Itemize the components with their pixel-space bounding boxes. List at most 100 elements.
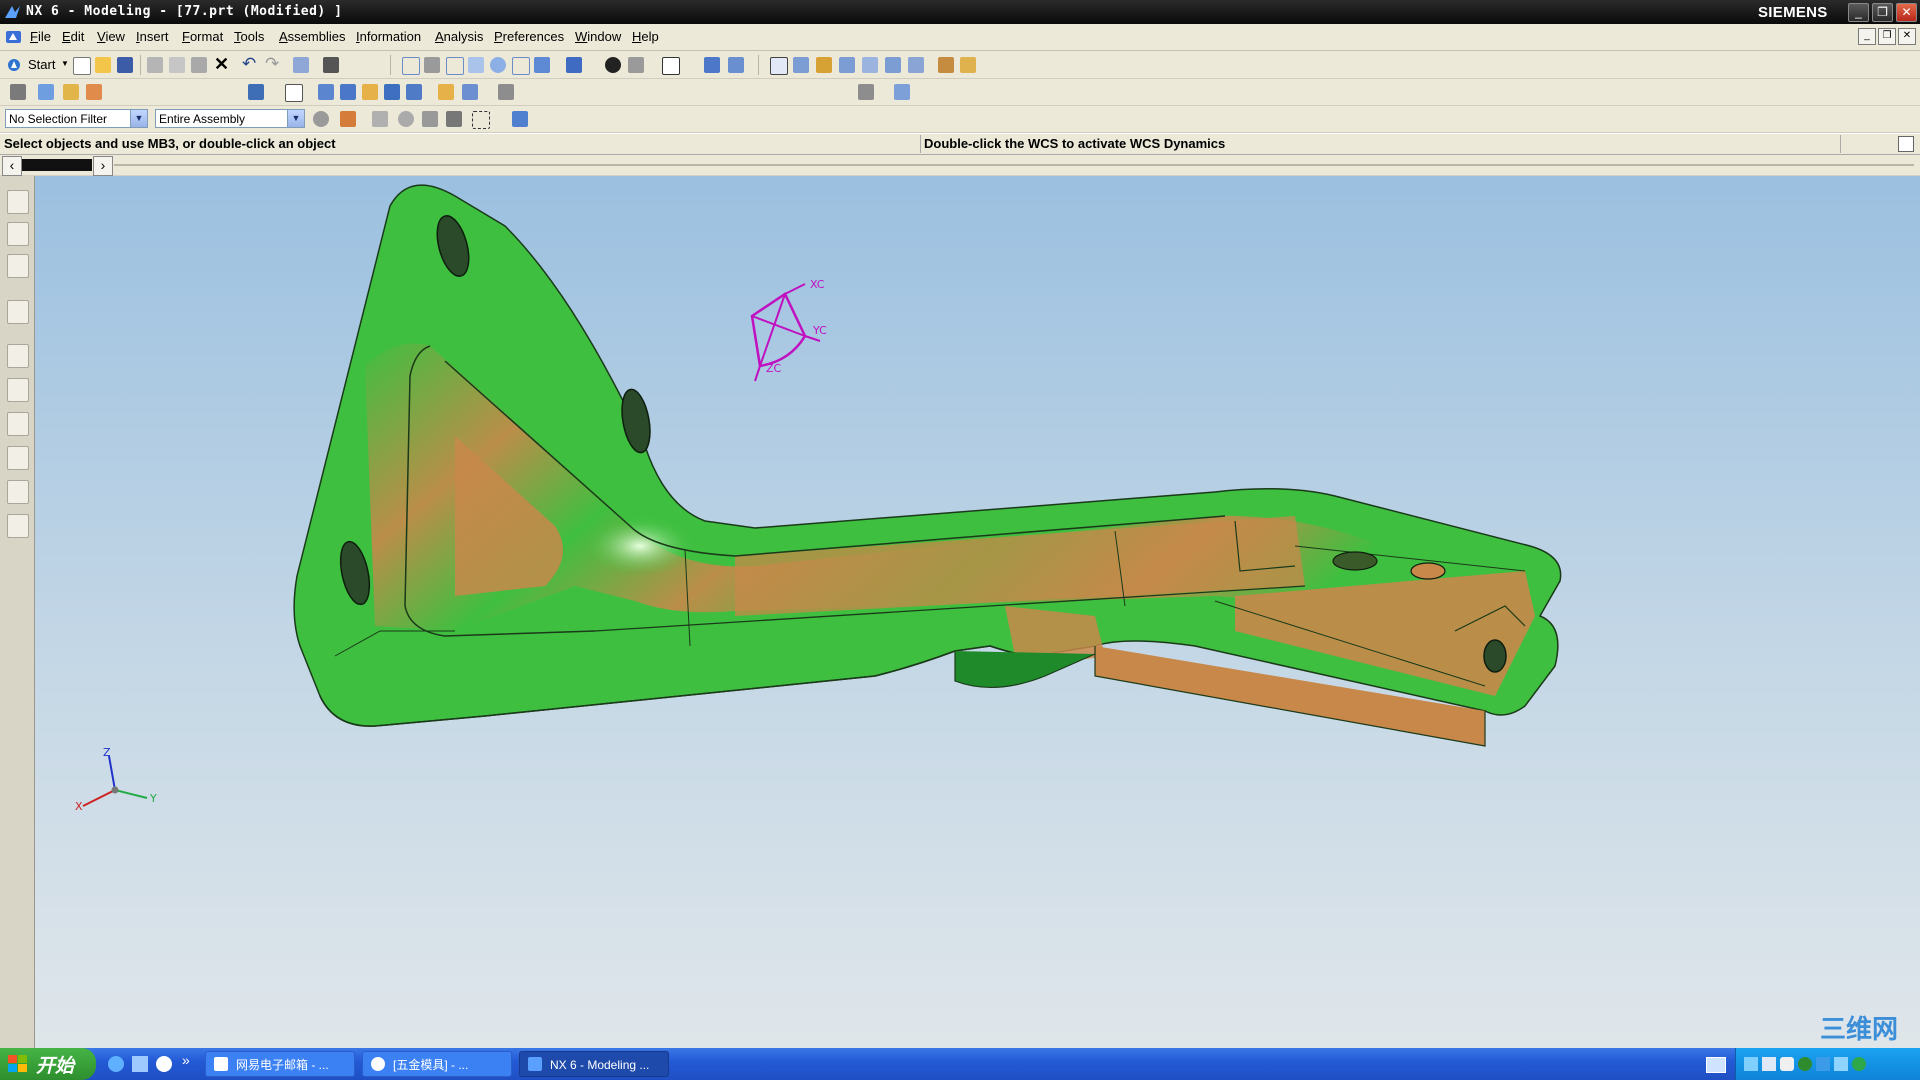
constraint-navigator-icon[interactable] — [7, 222, 29, 246]
midpoint-icon[interactable] — [839, 57, 855, 73]
mdi-minimize-button[interactable]: _ — [1858, 28, 1876, 45]
render-style-icon[interactable] — [605, 57, 621, 73]
menu-preferences[interactable]: Preferences — [494, 29, 564, 44]
section-view-icon[interactable] — [894, 84, 910, 100]
assembly-navigator-icon[interactable] — [7, 190, 29, 214]
tray-app-icon[interactable] — [1834, 1057, 1848, 1071]
control-point-icon[interactable] — [862, 57, 878, 73]
task-button-forum[interactable]: [五金模具] - ... — [362, 1051, 512, 1077]
menu-edit[interactable]: Edit — [62, 29, 84, 44]
snap-point-icon[interactable] — [793, 57, 809, 73]
extrude-icon[interactable] — [318, 84, 334, 100]
sketch-icon[interactable] — [248, 84, 264, 100]
printer-icon[interactable] — [1762, 1057, 1776, 1071]
pan-icon[interactable] — [512, 57, 530, 75]
deselect-icon[interactable] — [372, 111, 388, 127]
antivirus-icon[interactable] — [1852, 1057, 1866, 1071]
new-file-icon[interactable] — [73, 57, 91, 75]
network-icon[interactable] — [1744, 1057, 1758, 1071]
show-hide-icon[interactable] — [704, 57, 720, 73]
task-button-mail[interactable]: 网易电子邮箱 - ... — [205, 1051, 355, 1077]
security-shield-icon[interactable] — [1798, 1057, 1812, 1071]
arc-center-icon[interactable] — [908, 57, 924, 73]
keyboard-icon[interactable] — [1706, 1057, 1726, 1073]
menu-help[interactable]: Help — [632, 29, 659, 44]
quick-pick-icon[interactable] — [398, 111, 414, 127]
scroll-track[interactable] — [22, 159, 92, 171]
feature-filter-icon[interactable] — [422, 111, 438, 127]
mdi-close-button[interactable]: ✕ — [1898, 28, 1916, 45]
select-icon[interactable] — [770, 57, 788, 75]
menu-assemblies[interactable]: Assemblies — [279, 29, 345, 44]
select-body-icon[interactable] — [512, 111, 528, 127]
desktop-quicklaunch-icon[interactable] — [132, 1056, 148, 1072]
graphics-window[interactable]: XC YC ZC Z Y X 三维网 — [35, 176, 1920, 1048]
hide-icon[interactable] — [728, 57, 744, 73]
zoom-window-icon[interactable] — [424, 57, 440, 73]
intersection-icon[interactable] — [885, 57, 901, 73]
redo-icon[interactable]: ↷ — [265, 54, 279, 74]
process-studio-icon[interactable] — [7, 412, 29, 436]
pattern-icon[interactable] — [498, 84, 514, 100]
scroll-right-icon[interactable]: › — [93, 156, 113, 176]
restore-button[interactable]: ❐ — [1872, 3, 1893, 22]
minimize-button[interactable]: _ — [1848, 3, 1869, 22]
menu-tools[interactable]: Tools — [234, 29, 264, 44]
part-navigator-icon[interactable] — [7, 254, 29, 278]
quicklaunch-overflow-icon[interactable]: » — [182, 1052, 190, 1068]
zoom-icon[interactable] — [446, 57, 464, 75]
system-materials-icon[interactable] — [7, 378, 29, 402]
history-icon[interactable] — [7, 344, 29, 368]
endpoint-icon[interactable] — [816, 57, 832, 73]
system-scenes-icon[interactable] — [7, 514, 29, 538]
measure-angle-icon[interactable] — [960, 57, 976, 73]
copy-icon[interactable] — [169, 57, 185, 73]
magnify-icon[interactable] — [468, 57, 484, 73]
manufacturing-wizard-icon[interactable] — [7, 446, 29, 470]
delete-icon[interactable]: ✕ — [214, 54, 229, 75]
menu-format[interactable]: Format — [182, 29, 223, 44]
assembly-scope-dropdown[interactable]: Entire Assembly ▼ — [155, 109, 305, 128]
mdi-restore-button[interactable]: ❐ — [1878, 28, 1896, 45]
selection-filter-dropdown[interactable]: No Selection Filter ▼ — [5, 109, 148, 128]
scroll-left-icon[interactable]: ‹ — [2, 156, 22, 176]
rectangle-select-icon[interactable] — [472, 111, 490, 129]
wcs-triad[interactable] — [750, 283, 821, 382]
tray-app-icon[interactable] — [1816, 1057, 1830, 1071]
close-button[interactable]: ✕ — [1896, 3, 1917, 22]
work-layer-icon[interactable] — [662, 57, 680, 75]
selection-scope-icon[interactable] — [313, 111, 329, 127]
revolve-icon[interactable] — [340, 84, 356, 100]
constraint-icon[interactable] — [86, 84, 102, 100]
start-button[interactable]: Start ▼ — [6, 55, 69, 75]
browser-quicklaunch-icon[interactable] — [156, 1056, 172, 1072]
chamfer-icon[interactable] — [462, 84, 478, 100]
os-start-button[interactable]: 开始 — [0, 1048, 96, 1080]
fit-view-icon[interactable] — [402, 57, 420, 75]
datum-plane-icon[interactable] — [285, 84, 303, 102]
undo-icon[interactable]: ↶ — [242, 54, 256, 74]
ie-quicklaunch-icon[interactable] — [108, 1056, 124, 1072]
analysis-icon[interactable] — [858, 84, 874, 100]
face-filter-icon[interactable] — [446, 111, 462, 127]
open-folder-icon[interactable] — [95, 57, 111, 73]
measure-distance-icon[interactable] — [938, 57, 954, 73]
menu-window[interactable]: Window — [575, 29, 621, 44]
subtract-icon[interactable] — [406, 84, 422, 100]
repeat-command-icon[interactable] — [293, 57, 309, 73]
part-model[interactable] — [293, 184, 1562, 747]
menu-analysis[interactable]: Analysis — [435, 29, 483, 44]
orient-view-icon[interactable] — [566, 57, 582, 73]
status-options-icon[interactable] — [1898, 136, 1914, 152]
rotate-icon[interactable] — [490, 57, 506, 73]
find-icon[interactable] — [323, 57, 339, 73]
cut-icon[interactable] — [147, 57, 163, 73]
app-menu-icon[interactable] — [5, 29, 23, 45]
volume-icon[interactable] — [1780, 1057, 1794, 1071]
unite-icon[interactable] — [384, 84, 400, 100]
reuse-library-icon[interactable] — [7, 300, 29, 324]
blend-icon[interactable] — [438, 84, 454, 100]
navigator-icon[interactable] — [10, 84, 26, 100]
hole-icon[interactable] — [362, 84, 378, 100]
type-filter-icon[interactable] — [340, 111, 356, 127]
